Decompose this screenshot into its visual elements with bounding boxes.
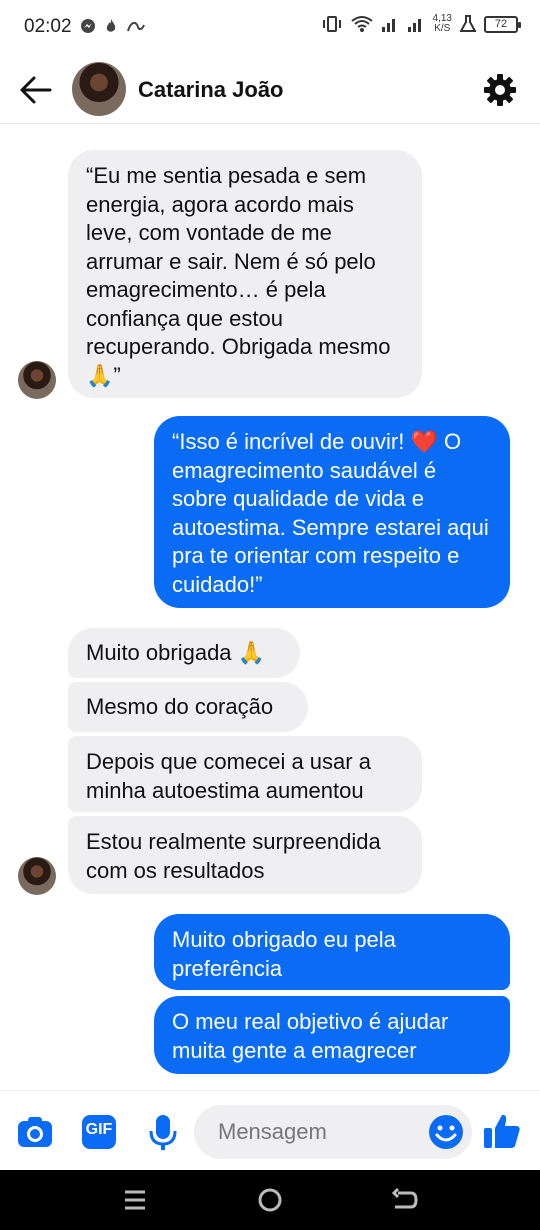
message-bubble-sent[interactable]: “Isso é incrível de ouvir! ❤️ O emagreci… xyxy=(154,416,510,608)
message-bubble-received[interactable]: “Eu me sentia pesada e sem energia, agor… xyxy=(68,150,422,398)
system-back-button[interactable] xyxy=(389,1184,421,1216)
wifi-icon xyxy=(350,16,373,32)
app-notification-icon xyxy=(127,21,145,32)
flask-icon xyxy=(460,15,476,32)
message-text: Muito obrigada 🙏 xyxy=(86,640,266,665)
system-icons: 4,13 K/S 72 xyxy=(321,14,521,34)
conversation[interactable]: “Eu me sentia pesada e sem energia, agor… xyxy=(0,124,540,1090)
status-bar: 02:02 4,13 K/S 72 xyxy=(0,0,540,56)
signal-icon-1 xyxy=(381,19,395,32)
emoji-button[interactable] xyxy=(428,1114,464,1150)
camera-button[interactable] xyxy=(16,1113,54,1151)
gear-icon xyxy=(484,74,516,106)
message-composer: GIF xyxy=(0,1090,540,1170)
message-text: Muito obrigado eu pela preferência xyxy=(172,927,396,981)
message-bubble-received[interactable]: Muito obrigada 🙏 xyxy=(68,628,300,678)
thumbs-up-icon xyxy=(484,1114,520,1148)
message-text: O meu real objetivo é ajudar muita gente… xyxy=(172,1009,449,1063)
gif-button[interactable]: GIF xyxy=(80,1113,118,1151)
network-speed-unit: K/S xyxy=(434,23,451,34)
arrow-left-icon xyxy=(20,76,52,104)
home-circle-icon xyxy=(258,1188,282,1212)
network-speed: 4,13 K/S xyxy=(433,14,452,34)
status-time: 02:02 xyxy=(24,16,72,37)
message-text: Estou realmente surpreendida com os resu… xyxy=(86,829,381,883)
heart-emoji: ❤️ xyxy=(410,429,438,454)
message-bubble-received[interactable]: Depois que comecei a usar a minha autoes… xyxy=(68,736,422,812)
message-text: “Eu me sentia pesada e sem energia, agor… xyxy=(86,163,391,388)
contact-avatar[interactable] xyxy=(72,62,126,116)
message-bubble-received[interactable]: Estou realmente surpreendida com os resu… xyxy=(68,816,422,894)
messenger-notification-icon xyxy=(81,19,95,33)
back-button[interactable] xyxy=(16,70,56,110)
notification-icons xyxy=(80,18,146,34)
flame-notification-icon xyxy=(106,19,116,32)
message-text: “Isso é incrível de ouvir! xyxy=(172,429,405,454)
signal-icon-2 xyxy=(407,19,421,32)
battery-indicator: 72 xyxy=(484,15,521,33)
contact-avatar-small[interactable] xyxy=(18,361,56,399)
message-bubble-received[interactable]: Mesmo do coração xyxy=(68,682,308,732)
like-button[interactable] xyxy=(482,1111,522,1151)
message-bubble-sent[interactable]: Muito obrigado eu pela preferência xyxy=(154,914,510,990)
contact-name[interactable]: Catarina João xyxy=(138,77,284,103)
home-button[interactable] xyxy=(254,1184,286,1216)
gif-label: GIF xyxy=(85,1121,113,1138)
chat-header: Catarina João xyxy=(0,56,540,124)
message-text-continued: O emagrecimento saudável é sobre qualida… xyxy=(172,429,489,597)
back-arrow-icon xyxy=(391,1187,418,1209)
camera-icon xyxy=(18,1117,52,1147)
message-text: Mesmo do coração xyxy=(86,694,274,719)
voice-button[interactable] xyxy=(144,1113,182,1151)
recent-apps-button[interactable] xyxy=(119,1184,151,1216)
system-nav-bar xyxy=(0,1170,540,1230)
message-bubble-sent[interactable]: O meu real objetivo é ajudar muita gente… xyxy=(154,996,510,1074)
smiley-icon xyxy=(429,1115,463,1149)
settings-button[interactable] xyxy=(482,72,518,108)
contact-avatar-small[interactable] xyxy=(18,857,56,895)
menu-lines-icon xyxy=(125,1190,145,1210)
vibrate-icon xyxy=(322,16,341,32)
message-text: Depois que comecei a usar a minha autoes… xyxy=(86,749,371,803)
microphone-icon xyxy=(149,1115,177,1150)
